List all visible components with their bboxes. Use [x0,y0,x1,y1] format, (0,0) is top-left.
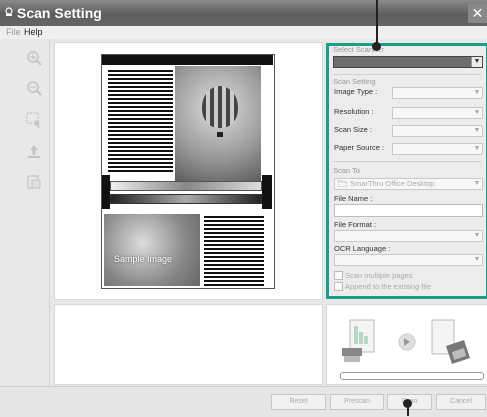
callout-line-top [376,0,378,46]
cancel-button[interactable]: Cancel [436,394,486,410]
thumbnail-panel [54,304,323,385]
reset-button[interactable]: Reset [271,394,326,410]
balloon-graphic [202,86,238,128]
file-name-label: File Name : [334,194,373,203]
scanner-document-icon [342,319,375,362]
scan-multiple-pages-checkbox[interactable] [334,271,343,280]
chevron-down-icon: ▼ [473,180,481,187]
callout-dot-top [372,42,381,51]
page-right-mark [262,175,272,209]
page-header-bar [102,55,273,65]
scanner-app-icon [5,7,13,16]
title-bar: Scan Setting ✕ [0,0,487,26]
chevron-down-icon: ▼ [471,57,482,67]
scan-to-select[interactable]: SmarThru Office Desktop ▼ [334,178,483,190]
file-format-label: File Format : [334,220,377,229]
sample-image-label: Sample Image [114,254,173,264]
menu-help[interactable]: Help [24,27,43,37]
folder-icon [338,180,347,187]
file-name-input[interactable] [334,204,483,217]
chevron-down-icon: ▼ [473,127,481,134]
gradient-bar-dark [110,194,262,204]
file-format-select[interactable]: ▼ [334,230,483,242]
text-column-top [108,68,173,172]
crop-icon[interactable] [26,174,42,190]
select-area-icon[interactable] [26,112,42,128]
separator [333,74,481,75]
window-title: Scan Setting [17,5,102,21]
zoom-out-icon[interactable] [26,80,42,96]
callout-line-bottom [407,403,409,416]
scan-to-value: SmarThru Office Desktop [350,179,435,188]
arrow-right-icon [398,333,416,351]
sample-image: Sample Image [104,214,200,286]
chevron-down-icon: ▼ [473,145,481,152]
text-column-bottom [204,214,264,286]
menu-bar: File Help [0,26,487,39]
balloon-basket [217,132,223,137]
page-left-mark [102,175,110,209]
balloon-photo [175,66,261,186]
scan-multiple-pages-label: Scan multiple pages [345,271,413,280]
scanner-select[interactable]: ▼ [333,56,483,68]
scan-size-label: Scan Size : [334,125,372,134]
paper-source-select[interactable]: ▼ [392,143,483,155]
scan-size-select[interactable]: ▼ [392,125,483,137]
scan-to-group-label: Scan To [333,166,360,175]
chevron-down-icon: ▼ [473,89,481,96]
menu-file[interactable]: File [6,27,21,37]
resolution-label: Resolution : [334,107,374,116]
close-button[interactable]: ✕ [468,4,487,23]
gradient-bar-light [110,181,262,191]
ocr-language-label: OCR Language : [334,244,391,253]
tool-sidebar [0,39,50,386]
scan-progress-bar [340,372,484,380]
append-existing-label: Append to the existing file [345,282,431,291]
separator [333,161,481,162]
application-document-icon [431,319,470,364]
scan-setting-group-label: Scan Setting [333,77,376,86]
image-type-select[interactable]: ▼ [392,87,483,99]
ocr-language-select[interactable]: ▼ [334,254,483,266]
image-type-label: Image Type : [334,87,378,96]
chevron-down-icon: ▼ [473,232,481,239]
prescan-button[interactable]: Prescan [330,394,384,410]
append-existing-checkbox[interactable] [334,282,343,291]
chevron-down-icon: ▼ [473,109,481,116]
chevron-down-icon: ▼ [473,256,481,263]
resolution-select[interactable]: ▼ [392,107,483,119]
paper-source-label: Paper Source : [334,143,385,152]
zoom-in-icon[interactable] [26,50,42,66]
rotate-icon[interactable] [26,143,42,159]
